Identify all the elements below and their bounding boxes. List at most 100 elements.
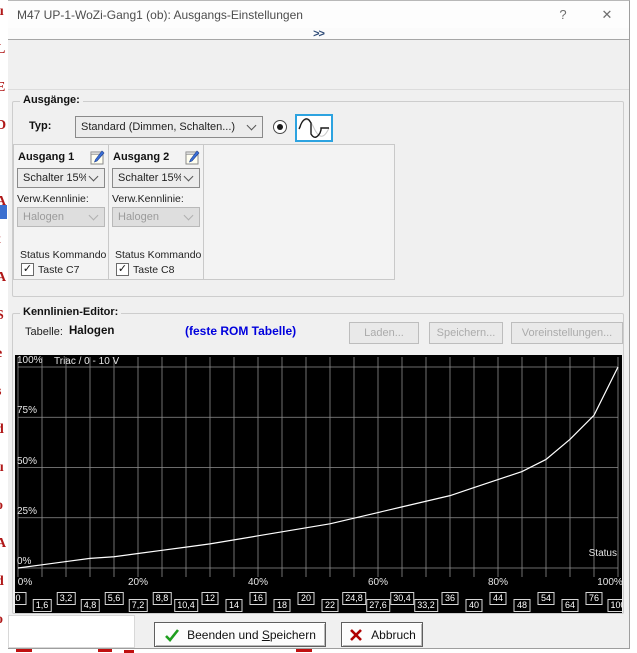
laden-button[interactable]: Laden... bbox=[349, 322, 419, 344]
y-axis-tick: 100% bbox=[17, 355, 43, 366]
curve-point-button[interactable]: 3,2 bbox=[57, 592, 76, 605]
tabelle-value: Halogen bbox=[69, 325, 114, 337]
curve-point-button[interactable]: 20 bbox=[298, 592, 315, 605]
dialog-window: M47 UP-1-WoZi-Gang1 (ob): Ausgangs-Einst… bbox=[8, 0, 630, 649]
titlebar[interactable]: M47 UP-1-WoZi-Gang1 (ob): Ausgangs-Einst… bbox=[8, 1, 629, 28]
ausgang-2-mode-value: Schalter 15% bbox=[113, 172, 181, 184]
curve-point-button[interactable]: 48 bbox=[514, 599, 531, 612]
edit-icon[interactable] bbox=[185, 150, 200, 165]
curve-point-button[interactable]: 16 bbox=[250, 592, 267, 605]
curve-point-button[interactable]: 24,8 bbox=[342, 592, 366, 605]
kennlinie-chart[interactable]: 0%25%50%75%100% Triac / 0 - 10 V 0%20%40… bbox=[15, 355, 622, 613]
ausgang-2-mode-select[interactable]: Schalter 15% bbox=[112, 168, 200, 188]
cancel-button[interactable]: Abbruch bbox=[341, 622, 423, 647]
edit-icon[interactable] bbox=[90, 150, 105, 165]
typ-select[interactable]: Standard (Dimmen, Schalten...) bbox=[75, 116, 263, 138]
y-axis-tick: 25% bbox=[17, 506, 37, 517]
curve-point-button[interactable]: 27,6 bbox=[366, 599, 390, 612]
y-axis-tick: 75% bbox=[17, 405, 37, 416]
chevron-down-icon bbox=[184, 211, 194, 221]
waveform-icon bbox=[298, 116, 330, 140]
curve-point-button[interactable]: 30,4 bbox=[390, 592, 414, 605]
background-artifact: u bbox=[0, 4, 4, 20]
background-artifact: A bbox=[0, 536, 6, 552]
taste-c8-checkbox[interactable]: ✓ bbox=[116, 263, 129, 276]
background-artifact: D bbox=[0, 118, 6, 134]
ausgang-2-kennlinie-select: Halogen bbox=[112, 207, 200, 227]
curve-point-button[interactable]: 76 bbox=[586, 592, 603, 605]
ausgang-1-column: Ausgang 1 Schalter 15% Verw.Kennlinie: bbox=[14, 145, 109, 279]
curve-point-button[interactable]: 8,8 bbox=[153, 592, 172, 605]
expander-button[interactable]: >> bbox=[313, 29, 324, 39]
background-artifact: o bbox=[0, 612, 3, 628]
chevron-down-icon bbox=[89, 211, 99, 221]
background-artifact: e bbox=[0, 346, 2, 362]
chevron-down-icon bbox=[89, 172, 99, 182]
ausgang-2-title: Ausgang 2 bbox=[113, 151, 169, 163]
kennlinien-editor-legend: Kennlinien-Editor: bbox=[20, 306, 121, 318]
background-artifact: E bbox=[0, 80, 5, 96]
x-axis-tick: 80% bbox=[488, 577, 508, 588]
curve-point-button[interactable]: 7,2 bbox=[129, 599, 148, 612]
curve-point-button[interactable]: 44 bbox=[490, 592, 507, 605]
typ-radio-selected[interactable] bbox=[273, 120, 287, 134]
background-artifact: L bbox=[0, 42, 5, 58]
phase-cut-waveform-button[interactable] bbox=[295, 114, 333, 142]
x-axis-tick: 60% bbox=[368, 577, 388, 588]
x-axis-tick: 100% bbox=[597, 577, 622, 588]
status-kommando-label: Status Kommando bbox=[115, 249, 201, 261]
cross-icon bbox=[348, 628, 364, 642]
typ-row: Typ: Standard (Dimmen, Schalten...) bbox=[25, 114, 615, 142]
chart-annotation: Triac / 0 - 10 V bbox=[54, 356, 119, 367]
chevron-down-icon bbox=[184, 172, 194, 182]
close-icon[interactable]: ✕ bbox=[585, 1, 629, 28]
background-artifact: A bbox=[0, 270, 6, 286]
help-button[interactable]: ? bbox=[541, 1, 585, 28]
background-artifact bbox=[8, 615, 135, 648]
curve-point-button[interactable]: 54 bbox=[538, 592, 555, 605]
ausgang-1-kennlinie-select: Halogen bbox=[17, 207, 105, 227]
toolbar-row: >> bbox=[8, 28, 629, 40]
background-artifact: u bbox=[0, 460, 4, 476]
curve-point-button[interactable]: 40 bbox=[466, 599, 483, 612]
curve-point-button[interactable]: 33,2 bbox=[414, 599, 438, 612]
kennlinie-label: Verw.Kennlinie: bbox=[112, 193, 184, 205]
background-artifact: d bbox=[0, 574, 4, 590]
curve-point-button[interactable]: 10,4 bbox=[174, 599, 198, 612]
curve-point-button[interactable]: 5,6 bbox=[105, 592, 124, 605]
ausgaenge-groupbox: Ausgänge: Typ: Standard (Dimmen, Schalte… bbox=[12, 101, 624, 297]
typ-label: Typ: bbox=[29, 120, 51, 132]
status-kommando-label: Status Kommando bbox=[20, 249, 106, 261]
curve-point-button[interactable]: 4,8 bbox=[81, 599, 100, 612]
y-axis-tick: 50% bbox=[17, 456, 37, 467]
speichern-button[interactable]: Speichern... bbox=[429, 322, 503, 344]
curve-point-button[interactable]: 22 bbox=[322, 599, 339, 612]
background-window-edge: uLEDiAtASesduoAdo bbox=[0, 0, 8, 653]
curve-point-button[interactable]: 14 bbox=[226, 599, 243, 612]
cancel-button-label: Abbruch bbox=[371, 628, 416, 642]
chevron-down-icon bbox=[247, 121, 257, 131]
voreinstellungen-button[interactable]: Voreinstellungen... bbox=[511, 322, 623, 344]
curve-plot bbox=[15, 355, 622, 613]
window-title: M47 UP-1-WoZi-Gang1 (ob): Ausgangs-Einst… bbox=[8, 8, 303, 22]
ausgang-2-kennlinie-value: Halogen bbox=[113, 211, 181, 223]
ausgang-1-title: Ausgang 1 bbox=[18, 151, 74, 163]
curve-point-button[interactable]: 64 bbox=[562, 599, 579, 612]
background-artifact bbox=[98, 649, 112, 652]
taste-c7-checkbox[interactable]: ✓ bbox=[21, 263, 34, 276]
table-row: Tabelle: Halogen (feste ROM Tabelle) Lad… bbox=[13, 320, 623, 346]
x-axis-tick: 40% bbox=[248, 577, 268, 588]
screen: uLEDiAtASesduoAdo M47 UP-1-WoZi-Gang1 (o… bbox=[0, 0, 637, 653]
background-artifact: t bbox=[0, 232, 1, 248]
background-artifact: S bbox=[0, 308, 4, 324]
curve-point-button[interactable]: 18 bbox=[274, 599, 291, 612]
save-button-label: Beenden und Speichern bbox=[187, 628, 316, 642]
ausgang-1-mode-select[interactable]: Schalter 15% bbox=[17, 168, 105, 188]
curve-point-button[interactable]: 1,6 bbox=[33, 599, 52, 612]
x-axis-tick: 20% bbox=[128, 577, 148, 588]
curve-point-button[interactable]: 0 bbox=[15, 592, 27, 605]
curve-point-button[interactable]: 36 bbox=[442, 592, 459, 605]
save-and-exit-button[interactable]: Beenden und Speichern bbox=[154, 622, 326, 647]
curve-point-button[interactable]: 12 bbox=[202, 592, 219, 605]
curve-point-button[interactable]: 100 bbox=[607, 599, 622, 612]
